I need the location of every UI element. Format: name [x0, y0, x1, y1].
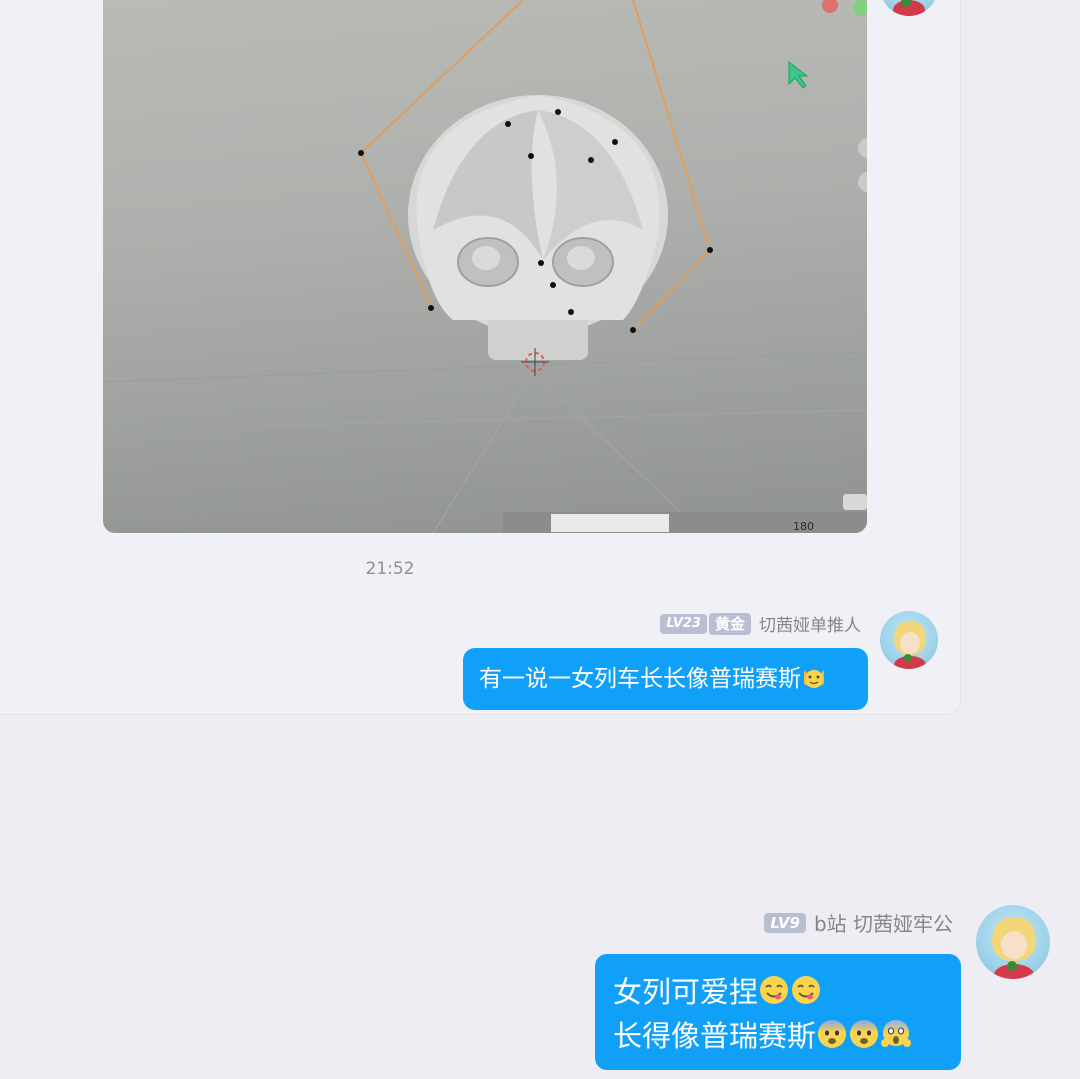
- sender-name[interactable]: 切茜娅单推人: [759, 611, 861, 636]
- avatar-top[interactable]: [880, 0, 938, 16]
- photo-attachment[interactable]: 180: [103, 0, 867, 533]
- blender-viewport-photo: 180: [103, 0, 867, 533]
- message-text: 女列可爱捏: [613, 975, 759, 1009]
- level-badge: LV9: [764, 912, 806, 933]
- sender-line-2: LV9 b站 切茜娅牢公: [764, 908, 953, 937]
- avatar-sender-1[interactable]: [880, 611, 938, 669]
- yum-emoji: [790, 974, 822, 1016]
- message-timestamp: 21:52: [365, 559, 415, 579]
- sender-name[interactable]: b站 切茜娅牢公: [814, 908, 953, 937]
- yum-emoji: [758, 974, 790, 1016]
- previous-message-card: 180: [0, 0, 961, 715]
- message-line-2: 长得像普瑞赛斯: [613, 1016, 943, 1060]
- fearful-emoji: [816, 1018, 848, 1060]
- message-bubble-2[interactable]: 女列可爱捏 长得像普瑞赛斯: [595, 954, 961, 1070]
- fearful-emoji: [848, 1018, 880, 1060]
- title-badge: 黄金: [708, 612, 751, 635]
- message-line-1: 女列可爱捏: [613, 972, 943, 1016]
- message-bubble-1[interactable]: 有一说一女列车长长像普瑞赛斯: [463, 648, 868, 710]
- message-text: 有一说一女列车长长像普瑞赛斯: [479, 666, 801, 692]
- timeline-frame-label: 180: [793, 520, 814, 533]
- scream-emoji: [880, 1018, 912, 1060]
- cat-face-emoji: [801, 652, 827, 714]
- level-badge: LV23: [660, 613, 707, 634]
- message-text: 长得像普瑞赛斯: [613, 1019, 817, 1053]
- avatar-sender-2[interactable]: [976, 905, 1050, 979]
- sender-line-1: LV23 黄金 切茜娅单推人: [660, 611, 861, 636]
